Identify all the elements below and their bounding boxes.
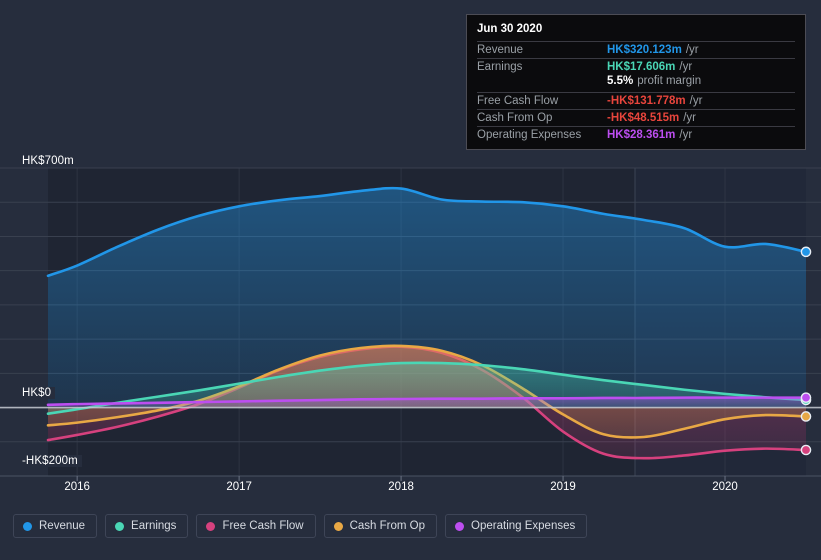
chart-legend[interactable]: Revenue Earnings Free Cash Flow Cash From O… — [13, 514, 588, 538]
tooltip-row-value: -HK$48.515m — [607, 112, 680, 124]
tooltip-row-label: Earnings — [477, 61, 523, 73]
tooltip-row: Free Cash Flow -HK$131.778m/yr — [477, 92, 795, 109]
tooltip-row-unit: /yr — [683, 112, 697, 124]
legend-color-dot-icon — [115, 521, 125, 531]
legend-item-label: Revenue — [39, 520, 86, 532]
tooltip-date: Jun 30 2020 — [477, 23, 543, 35]
legend-item-label: Cash From Op — [349, 520, 426, 532]
y-axis-label-zero: HK$0 — [0, 387, 56, 399]
tooltip-row-value: HK$28.361m — [607, 129, 676, 141]
x-axis-label-2017: 2017 — [226, 481, 252, 493]
x-axis-label-2016: 2016 — [64, 481, 90, 493]
tooltip-row: Earnings HK$17.606m/yr — [477, 58, 795, 75]
legend-item-label: Earnings — [131, 520, 177, 532]
tooltip-row-label: Free Cash Flow — [477, 95, 559, 107]
tooltip-row-unit: /yr — [685, 44, 699, 56]
tooltip-row-unit: /yr — [679, 129, 693, 141]
tooltip-row-value: -HK$131.778m — [607, 95, 686, 107]
legend-item-cash-from-op[interactable]: Cash From Op — [323, 514, 438, 538]
x-axis-label-2020: 2020 — [712, 481, 738, 493]
legend-item-revenue[interactable]: Revenue — [13, 514, 98, 538]
data-tooltip: Jun 30 2020 Revenue HK$320.123m/yr Earning… — [466, 14, 806, 150]
tooltip-row-subtext: profit margin — [637, 75, 702, 87]
tooltip-row-value: HK$320.123m — [607, 44, 682, 56]
tooltip-row-value: HK$17.606m — [607, 61, 676, 73]
tooltip-row-label: Cash From Op — [477, 112, 553, 124]
tooltip-row-unit: /yr — [679, 61, 693, 73]
legend-item-label: Free Cash Flow — [222, 520, 304, 532]
y-axis-label-bottom: -HK$200m — [0, 455, 82, 467]
chart-screenshot: HK$700m HK$0 -HK$200m 2016 2017 2018 2019 20… — [0, 0, 821, 560]
y-axis-label-top: HK$700m — [0, 155, 78, 167]
tooltip-row-value: 5.5% — [607, 75, 634, 87]
tooltip-row-label: Operating Expenses — [477, 129, 582, 141]
legend-color-dot-icon — [333, 521, 343, 531]
tooltip-rows: Revenue HK$320.123m/yr Earnings HK$17.606m /… — [477, 41, 795, 143]
legend-color-dot-icon — [23, 521, 32, 531]
legend-item-earnings[interactable]: Earnings — [105, 514, 189, 538]
legend-color-dot-icon — [455, 521, 465, 531]
x-axis-label-2019: 2019 — [550, 481, 576, 493]
tooltip-row-label: Revenue — [477, 44, 524, 56]
legend-item-free-cash-flow[interactable]: Free Cash Flow — [196, 514, 316, 538]
tooltip-row: Revenue HK$320.123m/yr — [477, 41, 795, 58]
tooltip-row-unit: /yr — [689, 95, 703, 107]
tooltip-row: Operating Expenses HK$28.361m/yr — [477, 126, 795, 143]
legend-item-operating-expenses[interactable]: Operating Expenses — [445, 514, 588, 538]
legend-color-dot-icon — [206, 521, 216, 531]
x-axis-label-2018: 2018 — [388, 481, 414, 493]
legend-item-label: Operating Expenses — [471, 520, 576, 532]
tooltip-row: Cash From Op -HK$48.515m/yr — [477, 109, 795, 126]
tooltip-row: 5.5% profit margin — [477, 75, 795, 92]
